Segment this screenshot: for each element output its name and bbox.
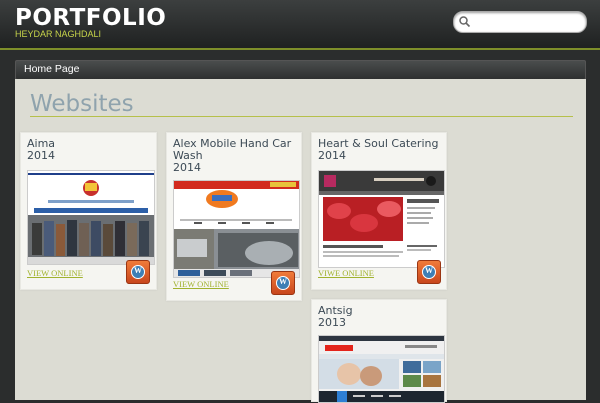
search-input[interactable] — [474, 14, 583, 31]
wordpress-icon: W — [126, 260, 150, 284]
card-year: 2014 — [27, 149, 55, 162]
search-box[interactable] — [453, 11, 587, 33]
website-screenshot[interactable] — [173, 180, 300, 278]
portfolio-card-alex-mobile: Alex Mobile Hand Car Wash 2014 VIEW ONLI… — [166, 132, 302, 301]
site-title[interactable]: PORTFOLIO — [15, 5, 166, 31]
card-year: 2014 — [173, 161, 201, 174]
antsig-screenshot-image — [319, 336, 444, 402]
wordpress-icon: W — [271, 271, 295, 295]
card-year: 2014 — [318, 149, 346, 162]
portfolio-card-heart-soul: Heart & Soul Catering 2014 VIWE ONLINE W — [311, 132, 447, 290]
website-screenshot[interactable] — [318, 170, 445, 268]
website-screenshot[interactable] — [318, 335, 445, 403]
card-title: Alex Mobile Hand Car Wash — [173, 137, 292, 162]
view-online-link[interactable]: VIWE ONLINE — [318, 268, 374, 278]
site-header: PORTFOLIO HEYDAR NAGHDALI — [0, 0, 600, 50]
view-online-link[interactable]: VIEW ONLINE — [27, 268, 83, 278]
card-year: 2013 — [318, 316, 346, 329]
alex-screenshot-image — [174, 181, 299, 277]
search-icon — [459, 16, 471, 28]
wordpress-icon: W — [417, 260, 441, 284]
view-online-link[interactable]: VIEW ONLINE — [173, 279, 229, 289]
aima-screenshot-image — [28, 171, 154, 264]
title-divider — [30, 116, 573, 117]
page-title: Websites — [30, 91, 134, 117]
website-screenshot[interactable] — [27, 170, 155, 265]
heart-soul-screenshot-image — [319, 171, 444, 267]
nav-home-link[interactable]: Home Page — [24, 63, 79, 75]
portfolio-card-antsig: Antsig 2013 — [311, 299, 447, 403]
main-content: Websites Aima 2014 VIEW ONLINE W Alex Mo… — [15, 79, 586, 403]
nav-bar: Home Page — [15, 60, 586, 80]
site-subtitle: HEYDAR NAGHDALI — [15, 29, 102, 39]
portfolio-card-aima: Aima 2014 VIEW ONLINE W — [20, 132, 157, 290]
